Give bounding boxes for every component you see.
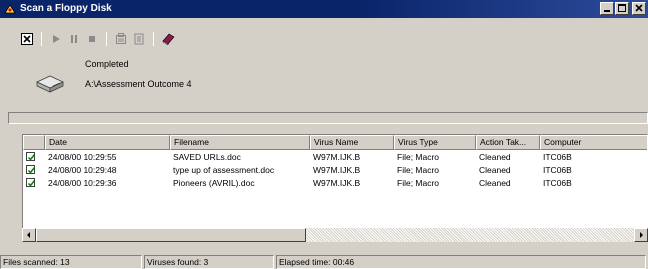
floppy-drive-icon xyxy=(36,75,64,93)
scan-path: A:\Assessment Outcome 4 xyxy=(85,79,192,89)
play-button[interactable] xyxy=(49,32,63,46)
row-date: 24/08/00 10:29:48 xyxy=(48,165,117,175)
row-virus-name: W97M.IJK.B xyxy=(313,178,361,188)
window-controls xyxy=(599,2,646,15)
row-virus-type: File; Macro xyxy=(397,178,440,188)
row-virus-type: File; Macro xyxy=(397,165,440,175)
scan-status: Completed xyxy=(85,59,129,69)
row-virus-type: File; Macro xyxy=(397,152,440,162)
report-icon xyxy=(134,33,144,45)
scroll-right-button[interactable] xyxy=(634,228,648,242)
row-computer: ITC06B xyxy=(543,165,572,175)
report-button[interactable] xyxy=(132,32,146,46)
pause-icon xyxy=(71,35,77,43)
close-report-icon xyxy=(21,33,33,45)
progress-bar xyxy=(8,112,648,124)
stop-icon xyxy=(89,36,95,42)
toolbar-separator xyxy=(153,32,154,46)
column-header-filename[interactable]: Filename xyxy=(170,135,310,150)
viruses-found-status: Viruses found: 3 xyxy=(144,255,274,269)
toolbar xyxy=(20,31,175,47)
files-scanned-status: Files scanned: 13 xyxy=(0,255,142,269)
row-date: 24/08/00 10:29:55 xyxy=(48,152,117,162)
row-action: Cleaned xyxy=(479,165,511,175)
toolbar-separator xyxy=(41,32,42,46)
row-action: Cleaned xyxy=(479,152,511,162)
row-virus-name: W97M.IJK.B xyxy=(313,165,361,175)
title-bar[interactable]: Scan a Floppy Disk xyxy=(0,0,648,18)
properties-button[interactable] xyxy=(114,32,128,46)
scan-window: Scan a Floppy Disk Completed A:\Assessme… xyxy=(0,0,648,269)
column-header-virus-type[interactable]: Virus Type xyxy=(394,135,476,150)
results-list[interactable]: Date Filename Virus Name Virus Type Acti… xyxy=(22,134,648,242)
stop-button[interactable] xyxy=(85,32,99,46)
row-virus-name: W97M.IJK.B xyxy=(313,152,361,162)
status-bar: Files scanned: 13 Viruses found: 3 Elaps… xyxy=(0,255,648,269)
elapsed-time-status: Elapsed time: 00:46 xyxy=(276,255,646,269)
table-row[interactable]: 24/08/00 10:29:36 Pioneers (AVRIL).doc W… xyxy=(23,177,647,189)
help-button[interactable] xyxy=(161,32,175,46)
toolbar-separator xyxy=(106,32,107,46)
properties-icon xyxy=(116,33,126,44)
minimize-icon xyxy=(604,10,610,12)
row-filename: Pioneers (AVRIL).doc xyxy=(173,178,255,188)
table-row[interactable]: 24/08/00 10:29:55 SAVED URLs.doc W97M.IJ… xyxy=(23,151,647,163)
maximize-button[interactable] xyxy=(615,2,629,15)
horizontal-scrollbar[interactable] xyxy=(22,228,648,242)
checkmark-icon xyxy=(26,165,36,174)
list-header: Date Filename Virus Name Virus Type Acti… xyxy=(23,135,647,150)
row-action: Cleaned xyxy=(479,178,511,188)
close-icon xyxy=(635,4,643,12)
pause-button[interactable] xyxy=(67,32,81,46)
row-filename: type up of assessment.doc xyxy=(173,165,275,175)
checkmark-icon xyxy=(26,178,36,187)
minimize-button[interactable] xyxy=(600,2,614,15)
column-header-action-taken[interactable]: Action Tak... xyxy=(476,135,540,150)
window-title: Scan a Floppy Disk xyxy=(20,3,112,14)
scan-app-icon xyxy=(4,4,16,14)
column-header-status[interactable] xyxy=(23,135,45,150)
help-book-icon xyxy=(162,33,175,46)
arrow-left-icon xyxy=(27,232,30,238)
row-computer: ITC06B xyxy=(543,152,572,162)
column-header-date[interactable]: Date xyxy=(45,135,170,150)
row-computer: ITC06B xyxy=(543,178,572,188)
scroll-left-button[interactable] xyxy=(22,228,36,242)
row-filename: SAVED URLs.doc xyxy=(173,152,241,162)
close-report-button[interactable] xyxy=(20,32,34,46)
table-row[interactable]: 24/08/00 10:29:48 type up of assessment.… xyxy=(23,164,647,176)
scroll-thumb[interactable] xyxy=(36,228,306,242)
row-date: 24/08/00 10:29:36 xyxy=(48,178,117,188)
column-header-computer[interactable]: Computer xyxy=(540,135,647,150)
close-button[interactable] xyxy=(632,2,646,15)
maximize-icon xyxy=(618,4,626,12)
column-header-virus-name[interactable]: Virus Name xyxy=(310,135,394,150)
arrow-right-icon xyxy=(640,232,643,238)
checkmark-icon xyxy=(26,152,36,161)
play-icon xyxy=(53,35,60,43)
